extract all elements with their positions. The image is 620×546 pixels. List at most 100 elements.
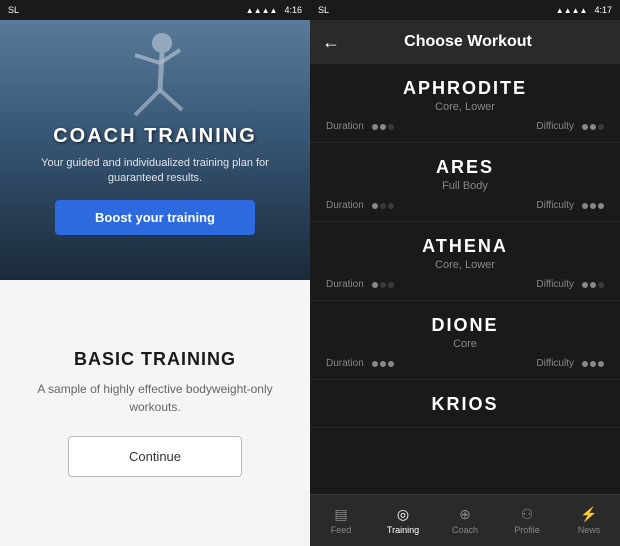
duration-dot [388,124,394,130]
nav-label-profile: Profile [514,525,540,535]
nav-icon-coach: ⊕ [459,506,471,523]
basic-training-subtitle: A sample of highly effective bodyweight-… [20,380,290,416]
duration-dot [380,203,386,209]
nav-icon-news: ⚡ [580,506,597,523]
workout-meta: Duration Difficulty [326,200,604,211]
difficulty-dots [582,282,604,288]
difficulty-label: Difficulty [536,200,574,211]
basic-training-section: BASIC TRAINING A sample of highly effect… [0,280,310,546]
left-status-icons: ▲▲▲▲ 4:16 [246,5,302,15]
nav-icon-feed: ▤ [334,506,347,523]
difficulty-dot [590,203,596,209]
difficulty-meta: Difficulty [536,279,604,290]
difficulty-dot [598,124,604,130]
difficulty-dots [582,124,604,130]
duration-meta: Duration [326,279,394,290]
difficulty-dot [590,361,596,367]
nav-item-profile[interactable]: ⚇ Profile [496,506,558,535]
duration-dot [372,124,378,130]
workout-item[interactable]: KRIOS [310,380,620,428]
duration-dots [372,361,394,367]
difficulty-dot [598,361,604,367]
difficulty-dot [582,361,588,367]
difficulty-dot [590,124,596,130]
workout-name: KRIOS [326,394,604,415]
workout-item[interactable]: ARES Full Body Duration Difficulty [310,143,620,222]
left-carrier: SL [8,5,19,15]
nav-icon-profile: ⚇ [521,506,534,523]
nav-label-training: Training [387,525,419,535]
workout-meta: Duration Difficulty [326,358,604,369]
nav-item-training[interactable]: ◎ Training [372,506,434,535]
workout-item[interactable]: ATHENA Core, Lower Duration Difficulty [310,222,620,301]
nav-label-news: News [578,525,601,535]
workout-item[interactable]: DIONE Core Duration Difficulty [310,301,620,380]
right-status-bar: SL ▲▲▲▲ 4:17 [310,0,620,20]
nav-label-coach: Coach [452,525,478,535]
difficulty-dot [590,282,596,288]
difficulty-label: Difficulty [536,358,574,369]
duration-meta: Duration [326,358,394,369]
bottom-nav: ▤ Feed ◎ Training ⊕ Coach ⚇ Profile ⚡ Ne… [310,494,620,546]
duration-dot [372,361,378,367]
duration-dots [372,124,394,130]
boost-button[interactable]: Boost your training [55,200,255,235]
duration-label: Duration [326,121,364,132]
workout-category: Full Body [326,180,604,192]
right-time: 4:17 [594,5,612,15]
duration-dot [380,282,386,288]
duration-dots [372,203,394,209]
duration-meta: Duration [326,200,394,211]
nav-icon-training: ◎ [397,506,409,523]
left-time: 4:16 [284,5,302,15]
difficulty-dot [582,282,588,288]
difficulty-dot [582,203,588,209]
workout-item[interactable]: APHRODITE Core, Lower Duration Difficult… [310,64,620,143]
coach-subtitle: Your guided and individualized training … [0,148,310,195]
duration-label: Duration [326,358,364,369]
duration-label: Duration [326,279,364,290]
nav-label-feed: Feed [331,525,352,535]
duration-dot [388,282,394,288]
workout-meta: Duration Difficulty [326,279,604,290]
header-title: Choose Workout [352,33,584,51]
duration-label: Duration [326,200,364,211]
duration-dots [372,282,394,288]
workout-name: ATHENA [326,236,604,257]
difficulty-label: Difficulty [536,121,574,132]
back-button[interactable]: ← [322,32,340,53]
difficulty-meta: Difficulty [536,358,604,369]
difficulty-meta: Difficulty [536,200,604,211]
nav-item-feed[interactable]: ▤ Feed [310,506,372,535]
workout-name: APHRODITE [326,78,604,99]
difficulty-label: Difficulty [536,279,574,290]
duration-dot [388,361,394,367]
difficulty-dots [582,203,604,209]
difficulty-dot [598,282,604,288]
nav-item-coach[interactable]: ⊕ Coach [434,506,496,535]
workout-list: APHRODITE Core, Lower Duration Difficult… [310,64,620,494]
workout-category: Core, Lower [326,101,604,113]
duration-dot [372,203,378,209]
duration-meta: Duration [326,121,394,132]
coach-hero-section: COACH TRAINING Your guided and individua… [0,20,310,280]
difficulty-dots [582,361,604,367]
workout-name: DIONE [326,315,604,336]
nav-item-news[interactable]: ⚡ News [558,506,620,535]
workout-name: ARES [326,157,604,178]
right-carrier: SL [318,5,329,15]
left-panel: SL ▲▲▲▲ 4:16 COACH TRAINING Your guided … [0,0,310,546]
workout-meta: Duration Difficulty [326,121,604,132]
difficulty-dot [582,124,588,130]
continue-button[interactable]: Continue [68,436,242,477]
difficulty-meta: Difficulty [536,121,604,132]
basic-training-title: BASIC TRAINING [74,349,236,370]
workout-category: Core [326,338,604,350]
right-status-icons: ▲▲▲▲ 4:17 [556,5,612,15]
left-status-bar: SL ▲▲▲▲ 4:16 [0,0,310,20]
right-panel: SL ▲▲▲▲ 4:17 ← Choose Workout APHRODITE … [310,0,620,546]
duration-dot [372,282,378,288]
duration-dot [380,361,386,367]
workout-category: Core, Lower [326,259,604,271]
workout-chooser-header: ← Choose Workout [310,20,620,64]
